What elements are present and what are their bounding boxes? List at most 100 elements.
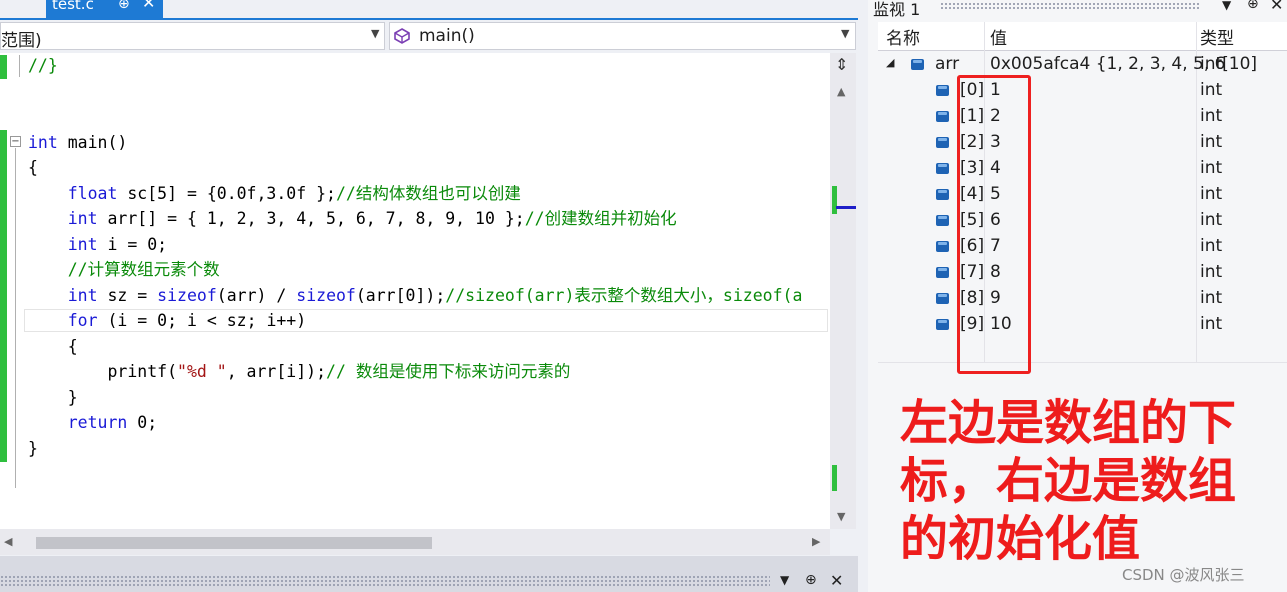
variable-icon <box>936 319 949 330</box>
code-token: //sizeof(arr)表示整个数组大小，sizeof(a <box>445 285 803 305</box>
watch-row-item[interactable]: [2] 3 int <box>878 130 1287 156</box>
code-token: 0; <box>127 413 158 432</box>
tab-test-c[interactable]: test.c ⊕ ✕ <box>46 0 163 18</box>
code-line[interactable]: int arr[] = { 1, 2, 3, 4, 5, 6, 7, 8, 9,… <box>28 206 677 231</box>
watch-type: int[10] <box>1200 54 1258 74</box>
code-line[interactable]: int main() <box>28 130 127 155</box>
header-type[interactable]: 类型 <box>1200 24 1234 49</box>
watch-name: arr <box>935 54 960 74</box>
code-token: "%d " <box>177 362 227 381</box>
scroll-down-icon[interactable]: ▼ <box>837 510 845 523</box>
code-token: //结构体数组也可以创建 <box>335 183 521 203</box>
watch-row-item[interactable]: [6] 7 int <box>878 234 1287 260</box>
variable-icon <box>936 85 949 96</box>
code-token: sizeof <box>157 285 217 305</box>
close-icon[interactable]: ✕ <box>830 571 843 590</box>
code-token: int <box>67 285 98 305</box>
grip-dots <box>0 575 770 587</box>
close-icon[interactable]: ✕ <box>142 0 155 11</box>
scroll-right-icon[interactable]: ▶ <box>812 535 820 548</box>
watch-row-item[interactable]: [9] 10 int <box>878 312 1287 338</box>
row-divider <box>878 362 1287 363</box>
header-value[interactable]: 值 <box>990 24 1007 49</box>
code-line[interactable]: int sz = sizeof(arr) / sizeof(arr[0]);//… <box>28 283 803 308</box>
dropdown-icon[interactable]: ▼ <box>1222 0 1231 12</box>
scroll-left-icon[interactable]: ◀ <box>4 535 12 548</box>
code-line[interactable]: printf("%d ", arr[i]);// 数组是使用下标来访问元素的 <box>28 359 570 384</box>
code-line[interactable]: float sc[5] = {0.0f,3.0f };//结构体数组也可以创建 <box>28 181 521 206</box>
variable-icon <box>936 163 949 174</box>
change-marker <box>832 465 837 491</box>
code-token: //创建数组并初始化 <box>524 209 677 228</box>
watch-type: int <box>1200 106 1223 126</box>
watch-type: int <box>1200 158 1223 178</box>
code-line[interactable]: for (i = 0; i < sz; i++) <box>28 308 306 333</box>
collapse-toggle[interactable]: − <box>10 136 21 147</box>
code-line[interactable]: } <box>28 385 78 410</box>
watch-row-item[interactable]: [3] 4 int <box>878 156 1287 182</box>
panel-splitter[interactable] <box>858 0 868 592</box>
watch-type: int <box>1200 262 1223 282</box>
watch-row-item[interactable]: [0] 1 int <box>878 78 1287 104</box>
code-line[interactable]: { <box>28 334 78 359</box>
chevron-down-icon: ▼ <box>841 27 850 40</box>
code-token: { <box>28 336 78 356</box>
watch-row-arr[interactable]: ◢ arr 0x005afca4 {1, 2, 3, 4, 5, 6 int[1… <box>878 52 1287 78</box>
code-token: // 数组是使用下标来访问元素的 <box>326 362 571 381</box>
code-token: float <box>67 183 118 203</box>
function-dropdown[interactable]: main() ▼ <box>389 22 856 50</box>
scope-dropdown[interactable]: 范围) ▼ <box>0 22 385 51</box>
watch-value: 0x005afca4 {1, 2, 3, 4, 5, 6 <box>990 54 1226 74</box>
watch-row-item[interactable]: [1] 2 int <box>878 104 1287 130</box>
change-bar <box>0 130 7 462</box>
vertical-scrollbar[interactable]: ⇕ ▲ ▼ <box>830 53 856 529</box>
code-line[interactable]: } <box>28 436 38 461</box>
annotation-text: 左边是数组的下标，右边是数组的初始化值 <box>900 395 1237 567</box>
code-token: int <box>28 132 58 152</box>
header-name[interactable]: 名称 <box>886 24 920 49</box>
variable-icon <box>936 111 949 122</box>
code-token: return <box>67 413 128 432</box>
tab-label: test.c <box>52 0 94 13</box>
watch-title: 监视 1 <box>873 0 921 19</box>
variable-icon <box>936 267 949 278</box>
change-margin <box>0 53 8 529</box>
watch-row-item[interactable]: [4] 5 int <box>878 182 1287 208</box>
pin-icon[interactable]: ⊕ <box>1247 0 1259 12</box>
change-marker <box>832 186 837 214</box>
scroll-thumb[interactable] <box>36 537 432 549</box>
code-token: printf( <box>28 362 178 381</box>
watch-type: int <box>1200 314 1223 334</box>
scroll-up-icon[interactable]: ▲ <box>837 85 845 98</box>
dropdown-icon[interactable]: ▼ <box>780 573 789 587</box>
change-bar <box>0 55 7 79</box>
function-label: main() <box>419 26 475 46</box>
variable-icon <box>936 137 949 148</box>
watch-type: int <box>1200 210 1223 230</box>
split-icon[interactable]: ⇕ <box>835 55 848 74</box>
pin-icon[interactable]: ⊕ <box>805 572 817 588</box>
pin-icon[interactable]: ⊕ <box>118 0 130 11</box>
code-token: sizeof <box>296 285 356 305</box>
code-line[interactable]: return 0; <box>28 410 157 435</box>
code-token: { <box>28 158 38 177</box>
code-token: } <box>28 438 38 458</box>
code-line[interactable]: //} <box>28 53 58 78</box>
code-line[interactable]: { <box>28 155 38 180</box>
code-line[interactable]: //计算数组元素个数 <box>28 257 220 282</box>
code-token: int <box>67 234 98 254</box>
watch-row-item[interactable]: [8] 9 int <box>878 286 1287 312</box>
watermark: CSDN @波风张三 <box>1122 566 1245 584</box>
expand-triangle-icon[interactable]: ◢ <box>886 56 894 69</box>
code-token: (i = 0; i < sz; i++) <box>97 311 307 330</box>
watch-row-item[interactable]: [5] 6 int <box>878 208 1287 234</box>
close-icon[interactable]: ✕ <box>1270 0 1283 14</box>
variable-icon <box>911 59 924 70</box>
code-line[interactable]: int i = 0; <box>28 232 167 257</box>
code-token: //} <box>28 56 58 75</box>
watch-row-item[interactable]: [7] 8 int <box>878 260 1287 286</box>
